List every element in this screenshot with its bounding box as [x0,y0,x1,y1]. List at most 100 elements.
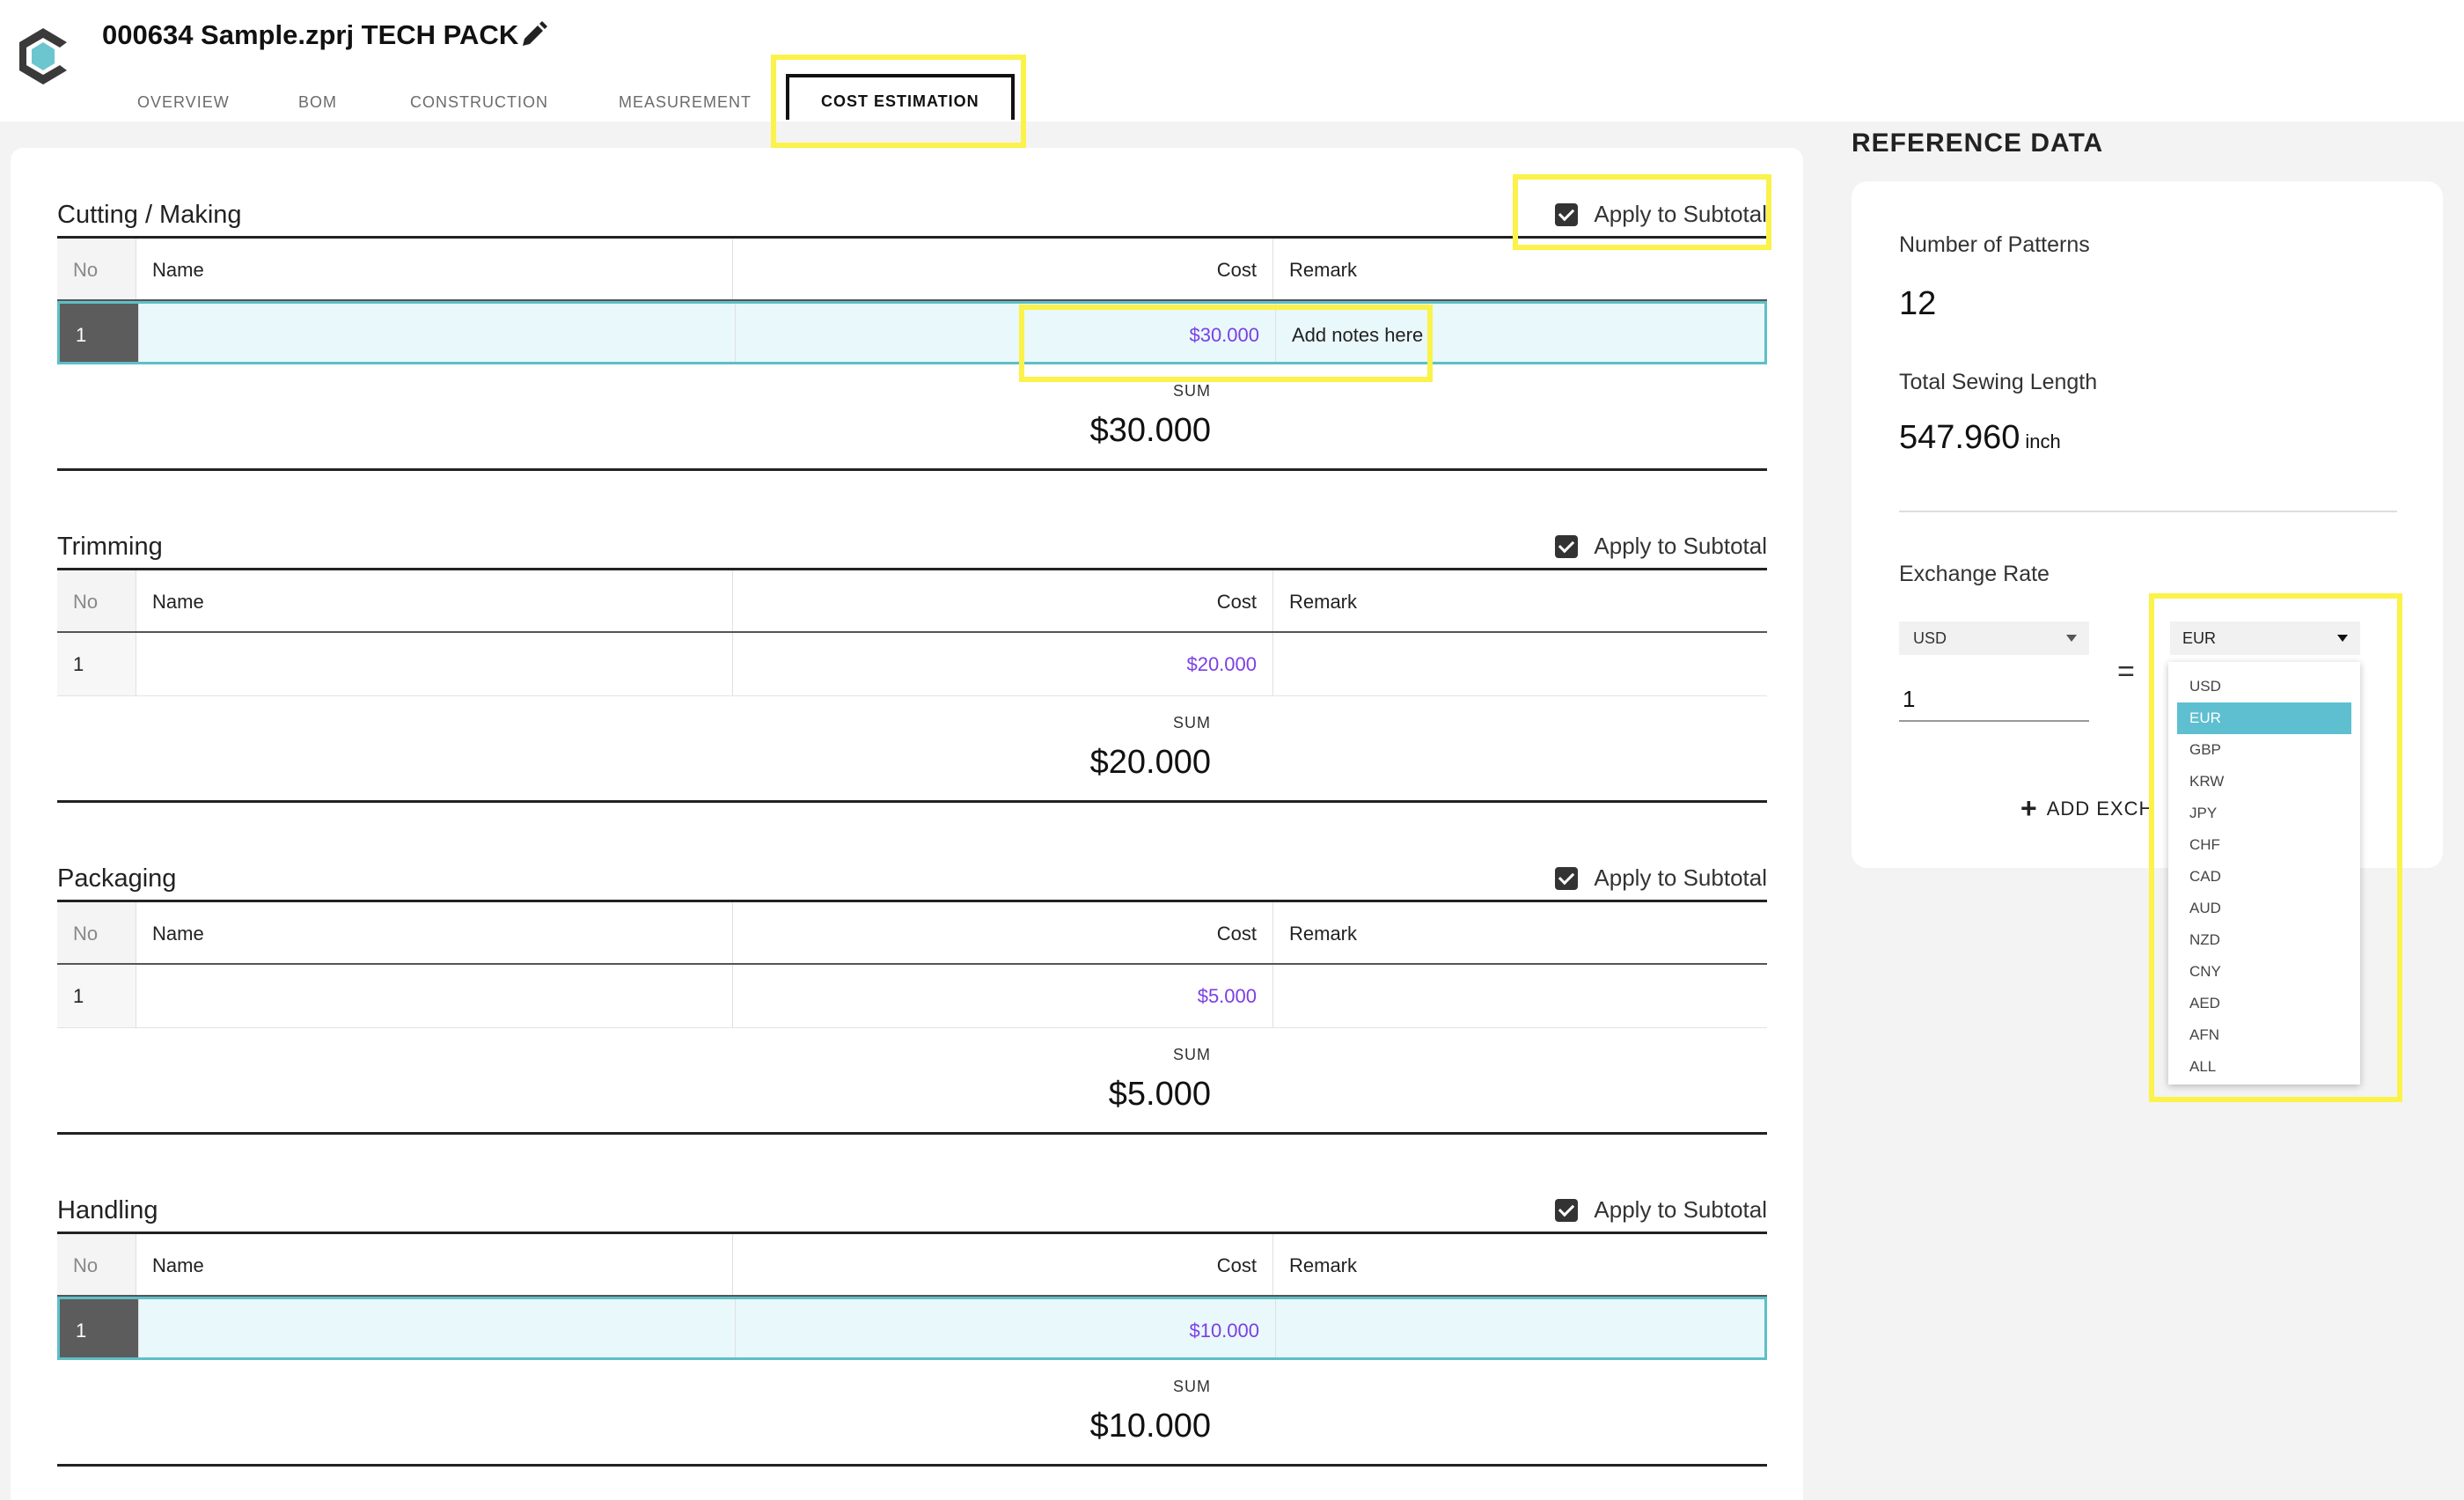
currency-option-jpy[interactable]: JPY [2177,798,2351,829]
row-cost-input[interactable]: $30.000 [735,304,1275,362]
apply-to-subtotal-checkbox[interactable]: Apply to Subtotal [1555,201,1767,228]
tab-measurement[interactable]: MEASUREMENT [619,74,752,121]
table-row[interactable]: 1 $10.000 [57,1297,1767,1360]
tab-overview[interactable]: OVERVIEW [137,74,230,121]
header-name: Name [136,239,732,299]
page-title: 000634 Sample.zprj TECH PACK [102,19,519,50]
tab-construction[interactable]: CONSTRUCTION [410,74,548,121]
header-remark: Remark [1272,902,1767,963]
row-cost-input[interactable]: $5.000 [732,965,1272,1027]
currency-option-krw[interactable]: KRW [2177,766,2351,798]
row-no: 1 [57,965,136,1027]
currency-option-aud[interactable]: AUD [2177,893,2351,924]
currency-option-eur[interactable]: EUR [2177,702,2351,734]
tab-cost-estimation[interactable]: COST ESTIMATION [786,74,1015,120]
header-remark: Remark [1272,570,1767,631]
sum-value: $10.000 [1089,1408,1211,1445]
currency-option-gbp[interactable]: GBP [2177,734,2351,766]
currency-option-aed[interactable]: AED [2177,988,2351,1019]
from-currency-select[interactable]: USD [1899,621,2089,655]
checkbox-checked-icon[interactable] [1555,534,1579,558]
sewing-length-label: Total Sewing Length [1899,370,2098,394]
row-name-input[interactable] [136,965,732,1027]
section-cutting-making: Cutting / Making Apply to Subtotal No Na… [57,201,1767,482]
header-no: No [57,1234,136,1295]
row-remark-input[interactable]: Add notes here [1275,304,1770,362]
currency-option-nzd[interactable]: NZD [2177,924,2351,956]
table-row[interactable]: 1 $20.000 [57,633,1767,696]
apply-to-subtotal-checkbox[interactable]: Apply to Subtotal [1555,864,1767,892]
row-cost-input[interactable]: $20.000 [732,633,1272,695]
currency-dropdown-list: USD EUR GBP KRW JPY CHF CAD AUD NZD CNY AED AFN ALL [2168,662,2360,1085]
divider [57,800,1767,803]
divider [1899,511,2397,512]
tab-bom[interactable]: BOM [298,74,337,121]
apply-label: Apply to Subtotal [1594,864,1767,891]
divider [57,1464,1767,1467]
table-row[interactable]: 1 $5.000 [57,965,1767,1028]
apply-to-subtotal-checkbox[interactable]: Apply to Subtotal [1555,1196,1767,1224]
apply-label: Apply to Subtotal [1594,1196,1767,1223]
cost-estimation-card: Cutting / Making Apply to Subtotal No Na… [11,148,1803,1500]
exchange-rate-label: Exchange Rate [1899,562,2050,586]
sum-label: SUM [1173,714,1211,732]
row-remark-input[interactable] [1272,965,1767,1027]
currency-option-cny[interactable]: CNY [2177,956,2351,988]
row-name-input[interactable] [136,633,732,695]
checkbox-checked-icon[interactable] [1555,866,1579,890]
section-trimming: Trimming Apply to Subtotal No Name Cost … [57,533,1767,814]
header-name: Name [136,902,732,963]
row-remark-input[interactable] [1275,1299,1770,1357]
add-exchange-label: ADD EXCH [2046,798,2154,820]
currency-option-usd[interactable]: USD [2177,671,2351,702]
table-row[interactable]: 1 $30.000 Add notes here [57,301,1767,364]
section-title: Handling [57,1196,158,1224]
section-title: Packaging [57,864,177,893]
header-name: Name [136,570,732,631]
apply-label: Apply to Subtotal [1594,533,1767,559]
currency-option-all[interactable]: ALL [2177,1051,2351,1083]
apply-label: Apply to Subtotal [1594,201,1767,227]
reference-data-heading: REFERENCE DATA [1852,129,2104,158]
row-no: 1 [60,1299,138,1357]
row-name-input[interactable] [138,1299,735,1357]
sewing-length-number: 547.960 [1899,419,2020,456]
to-currency-value: EUR [2182,629,2217,647]
checkbox-checked-icon[interactable] [1555,1198,1579,1222]
header-no: No [57,902,136,963]
currency-option-cad[interactable]: CAD [2177,861,2351,893]
table-header: No Name Cost Remark [57,570,1767,633]
app-header: 000634 Sample.zprj TECH PACK OVERVIEW BO… [0,0,2464,121]
currency-option-chf[interactable]: CHF [2177,829,2351,861]
sum-label: SUM [1173,382,1211,400]
row-no: 1 [60,304,138,362]
row-no: 1 [57,633,136,695]
apply-to-subtotal-checkbox[interactable]: Apply to Subtotal [1555,533,1767,560]
section-handling: Handling Apply to Subtotal No Name Cost … [57,1196,1767,1478]
add-exchange-button[interactable]: + ADD EXCH [2020,792,2153,825]
sewing-length-value: 547.960 inch [1899,419,2061,457]
currency-option-afn[interactable]: AFN [2177,1019,2351,1051]
header-cost: Cost [732,239,1272,299]
app-logo-icon[interactable] [14,25,72,88]
pencil-edit-icon[interactable] [519,21,547,49]
header-cost: Cost [732,570,1272,631]
sum-value: $20.000 [1089,744,1211,781]
header-remark: Remark [1272,1234,1767,1295]
patterns-value: 12 [1899,285,1937,322]
caret-down-icon [2337,635,2348,642]
sewing-length-unit: inch [2025,430,2061,452]
checkbox-checked-icon[interactable] [1555,202,1579,226]
exchange-rate-input[interactable]: 1 [1899,676,2089,722]
equals-sign: = [2117,655,2135,688]
caret-down-icon [2066,635,2077,642]
divider [57,1132,1767,1135]
row-remark-input[interactable] [1272,633,1767,695]
row-name-input[interactable] [138,304,735,362]
table-header: No Name Cost Remark [57,902,1767,965]
section-title: Trimming [57,533,163,561]
header-cost: Cost [732,1234,1272,1295]
sum-value: $30.000 [1089,412,1211,449]
to-currency-select[interactable]: EUR [2170,621,2360,655]
row-cost-input[interactable]: $10.000 [735,1299,1275,1357]
